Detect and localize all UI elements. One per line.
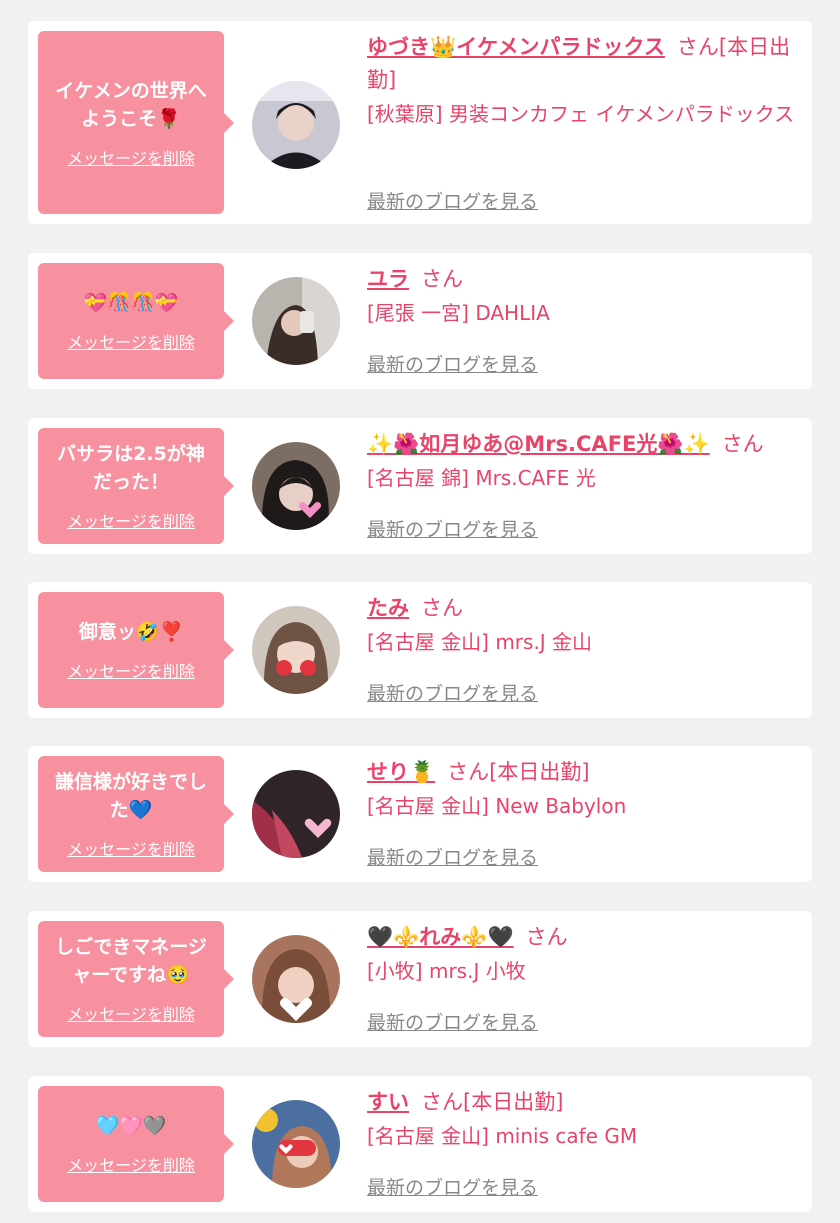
list-item: 謙信様が好きでした💙 メッセージを削除 せり🍍 さん[本日出勤] [名古屋 金山]… bbox=[28, 746, 812, 882]
entry-info: 🖤⚜️れみ⚜️🖤 さん [小牧] mrs.J 小牧 bbox=[367, 921, 802, 988]
user-name-link[interactable]: せり🍍 bbox=[367, 760, 435, 784]
delete-message-link[interactable]: メッセージを削除 bbox=[67, 1152, 195, 1176]
avatar[interactable] bbox=[252, 606, 340, 694]
message-text: しごできマネージャーですね🥹 bbox=[55, 936, 207, 986]
avatar[interactable] bbox=[252, 277, 340, 365]
entry-info: ✨🌺如月ゆあ@Mrs.CAFE光🌺✨ さん [名古屋 錦] Mrs.CAFE 光 bbox=[367, 428, 802, 495]
message-text: 謙信様が好きでした💙 bbox=[54, 771, 207, 821]
honorific: さん bbox=[721, 432, 764, 456]
honorific: さん[本日出勤] bbox=[447, 760, 590, 784]
user-name-link[interactable]: 🖤⚜️れみ⚜️🖤 bbox=[367, 925, 514, 949]
blog-link[interactable]: 最新のブログを見る bbox=[367, 843, 538, 870]
message-text: 💝🎊🎊💝 bbox=[83, 292, 179, 314]
user-name-link[interactable]: ユラ bbox=[367, 267, 409, 291]
avatar[interactable] bbox=[252, 442, 340, 530]
avatar[interactable] bbox=[252, 935, 340, 1023]
honorific: さん[本日出勤] bbox=[421, 1090, 564, 1114]
blog-link[interactable]: 最新のブログを見る bbox=[367, 515, 538, 542]
blog-link[interactable]: 最新のブログを見る bbox=[367, 1008, 538, 1035]
blog-link[interactable]: 最新のブログを見る bbox=[367, 187, 538, 214]
message-text: 🩵🩷🩶 bbox=[95, 1115, 167, 1137]
avatar[interactable] bbox=[252, 1100, 340, 1188]
message-bubble: 🩵🩷🩶 メッセージを削除 bbox=[38, 1086, 234, 1202]
avatar[interactable] bbox=[252, 81, 340, 169]
shop-info: [秋葉原] 男装コンカフェ イケメンパラドックス bbox=[367, 102, 795, 126]
message-text: バサラは2.5が神だった！ bbox=[57, 443, 205, 493]
honorific: さん bbox=[421, 267, 463, 291]
list-item: しごできマネージャーですね🥹 メッセージを削除 🖤⚜️れみ⚜️🖤 さん [小牧] … bbox=[28, 911, 812, 1047]
entry-info: ゆづき👑イケメンパラドックス さん[本日出勤] [秋葉原] 男装コンカフェ イケメ… bbox=[367, 31, 802, 131]
shop-info: [名古屋 金山] minis cafe GM bbox=[367, 1124, 638, 1148]
delete-message-link[interactable]: メッセージを削除 bbox=[67, 329, 195, 353]
delete-message-link[interactable]: メッセージを削除 bbox=[67, 508, 195, 532]
entry-info: たみ さん [名古屋 金山] mrs.J 金山 bbox=[367, 592, 802, 659]
shop-info: [名古屋 金山] New Babylon bbox=[367, 794, 627, 818]
message-bubble: イケメンの世界へようこそ🌹 メッセージを削除 bbox=[38, 31, 234, 214]
blog-link[interactable]: 最新のブログを見る bbox=[367, 350, 538, 377]
delete-message-link[interactable]: メッセージを削除 bbox=[67, 145, 195, 169]
blog-link[interactable]: 最新のブログを見る bbox=[367, 1173, 538, 1200]
entry-info: せり🍍 さん[本日出勤] [名古屋 金山] New Babylon bbox=[367, 756, 802, 823]
message-text: イケメンの世界へようこそ🌹 bbox=[55, 79, 207, 130]
user-name-link[interactable]: たみ bbox=[367, 596, 409, 620]
entry-info: ユラ さん [尾張 一宮] DAHLIA bbox=[367, 263, 802, 330]
message-bubble: バサラは2.5が神だった！ メッセージを削除 bbox=[38, 428, 234, 544]
message-bubble: 💝🎊🎊💝 メッセージを削除 bbox=[38, 263, 234, 379]
user-name-link[interactable]: ゆづき👑イケメンパラドックス bbox=[367, 35, 665, 59]
shop-info: [小牧] mrs.J 小牧 bbox=[367, 959, 526, 983]
message-bubble: しごできマネージャーですね🥹 メッセージを削除 bbox=[38, 921, 234, 1037]
delete-message-link[interactable]: メッセージを削除 bbox=[67, 836, 195, 860]
list-item: 🩵🩷🩶 メッセージを削除 すい さん[本日出勤] [名古屋 金山] minis c… bbox=[28, 1076, 812, 1212]
delete-message-link[interactable]: メッセージを削除 bbox=[67, 1001, 195, 1025]
shop-info: [尾張 一宮] DAHLIA bbox=[367, 301, 550, 325]
message-text: 御意ッ🤣❣️ bbox=[78, 621, 184, 643]
avatar[interactable] bbox=[252, 770, 340, 858]
list-item: 💝🎊🎊💝 メッセージを削除 ユラ さん [尾張 一宮] DAHLIA 最新のブログ… bbox=[28, 253, 812, 389]
shop-info: [名古屋 金山] mrs.J 金山 bbox=[367, 630, 593, 654]
honorific: さん bbox=[421, 596, 463, 620]
list-item: 御意ッ🤣❣️ メッセージを削除 たみ さん [名古屋 金山] mrs.J 金山 最… bbox=[28, 582, 812, 718]
list-item: バサラは2.5が神だった！ メッセージを削除 ✨🌺如月ゆあ@Mrs.CAFE光🌺… bbox=[28, 418, 812, 554]
delete-message-link[interactable]: メッセージを削除 bbox=[67, 658, 195, 682]
message-bubble: 謙信様が好きでした💙 メッセージを削除 bbox=[38, 756, 234, 872]
user-name-link[interactable]: ✨🌺如月ゆあ@Mrs.CAFE光🌺✨ bbox=[367, 432, 710, 456]
blog-link[interactable]: 最新のブログを見る bbox=[367, 679, 538, 706]
list-item: イケメンの世界へようこそ🌹 メッセージを削除 ゆづき👑イケメンパラドックス さん[… bbox=[28, 21, 812, 224]
honorific: さん bbox=[525, 925, 568, 949]
shop-info: [名古屋 錦] Mrs.CAFE 光 bbox=[367, 466, 596, 490]
entry-info: すい さん[本日出勤] [名古屋 金山] minis cafe GM bbox=[367, 1086, 802, 1153]
user-name-link[interactable]: すい bbox=[367, 1090, 409, 1114]
message-bubble: 御意ッ🤣❣️ メッセージを削除 bbox=[38, 592, 234, 708]
